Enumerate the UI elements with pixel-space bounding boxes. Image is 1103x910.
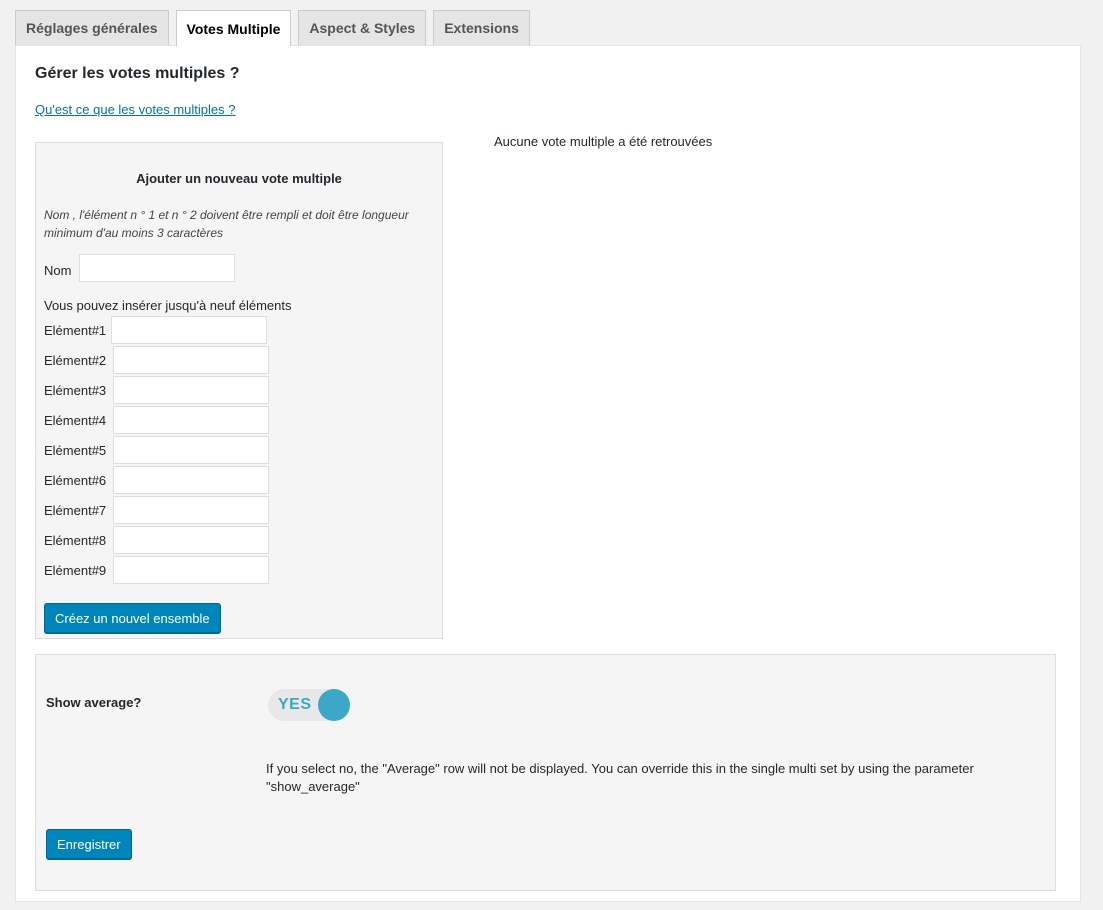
element-label-4: Elément#4 [44,413,107,428]
toggle-knob-icon [318,689,350,721]
element-label-7: Elément#7 [44,503,107,518]
page-title: Gérer les votes multiples ? [35,65,240,82]
element-label-1: Elément#1 [44,323,107,338]
tab-aspect-styles[interactable]: Aspect & Styles [298,10,427,45]
show-average-settings: Show average? YES If you select no, the … [35,654,1056,891]
add-multiple-vote-form: Ajouter un nouveau vote multiple Nom , l… [35,142,443,639]
multiple-votes-help-link[interactable]: Qu'est ce que les votes multiples ? [35,102,235,117]
element-input-8[interactable] [113,526,269,554]
show-average-description: If you select no, the "Average" row will… [266,761,974,794]
element-label-3: Elément#3 [44,383,107,398]
element-label-2: Elément#2 [44,353,107,368]
page: Réglages générales Votes Multiple Aspect… [0,0,1103,910]
element-label-9: Elément#9 [44,563,107,578]
multiple-votes-panel: Gérer les votes multiples ? Qu'est ce qu… [15,45,1081,902]
element-input-6[interactable] [113,466,269,494]
element-input-4[interactable] [113,406,269,434]
element-input-9[interactable] [113,556,269,584]
element-label-5: Elément#5 [44,443,107,458]
element-label-6: Elément#6 [44,473,107,488]
element-input-5[interactable] [113,436,269,464]
name-input[interactable] [79,254,235,282]
settings-tabs: Réglages générales Votes Multiple Aspect… [15,10,537,46]
element-label-8: Elément#8 [44,533,107,548]
save-button[interactable]: Enregistrer [46,829,132,859]
show-average-toggle[interactable]: YES [268,689,350,721]
element-input-7[interactable] [113,496,269,524]
tab-multiple-votes[interactable]: Votes Multiple [175,10,292,46]
no-multiple-votes-message: Aucune vote multiple a été retrouvées [494,134,713,149]
show-average-label: Show average? [46,695,142,710]
element-input-2[interactable] [113,346,269,374]
add-form-requirement-note: Nom , l'élément n ° 1 et n ° 2 doivent ê… [44,208,409,240]
element-input-3[interactable] [113,376,269,404]
element-input-1[interactable] [111,316,267,344]
add-form-title: Ajouter un nouveau vote multiple [136,171,342,186]
tab-extensions[interactable]: Extensions [433,10,530,45]
tab-general-settings[interactable]: Réglages générales [15,10,169,45]
toggle-state-text: YES [278,696,312,713]
name-label: Nom [44,263,72,278]
elements-hint: Vous pouvez insérer jusqu'à neuf élément… [44,298,292,313]
create-new-set-button[interactable]: Créez un nouvel ensemble [44,603,221,633]
